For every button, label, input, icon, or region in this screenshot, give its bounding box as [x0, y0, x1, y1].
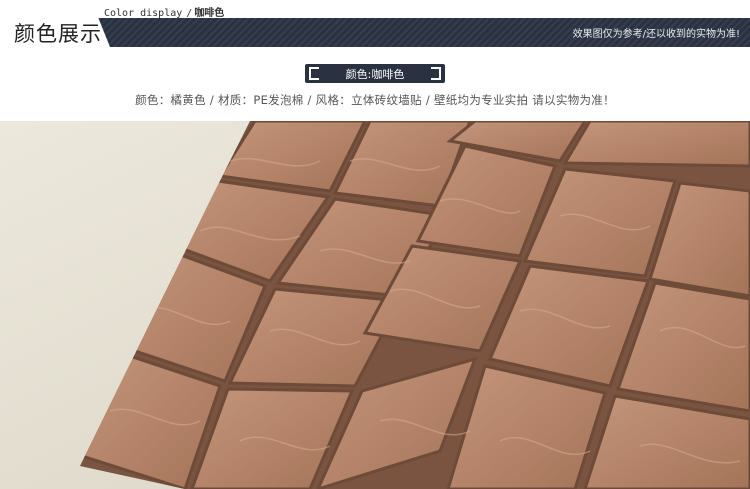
subtitle-chinese: 咖啡色: [194, 8, 225, 19]
subtitle-separator: /: [186, 8, 193, 19]
product-photo: [0, 121, 750, 489]
subtitle-english: Color display: [104, 8, 183, 19]
color-tag: 颜色:咖啡色: [305, 64, 445, 83]
section-title: 颜色展示: [14, 22, 102, 46]
section-subtitle: Color display / 咖啡色: [104, 4, 224, 19]
top-banner: 颜色展示 Color display / 咖啡色 效果图仅为参考/还以收到的实物为准…: [0, 0, 750, 47]
color-tag-label: 颜色:咖啡色: [345, 68, 405, 81]
spec-line: 颜色：橘黄色 / 材质：PE发泡棉 / 风格：立体砖纹墙贴 / 壁纸均为专业实拍…: [135, 93, 615, 107]
brick-wall-image: [0, 121, 750, 489]
disclaimer-text: 效果图仅为参考/还以收到的实物为准!: [572, 29, 740, 40]
